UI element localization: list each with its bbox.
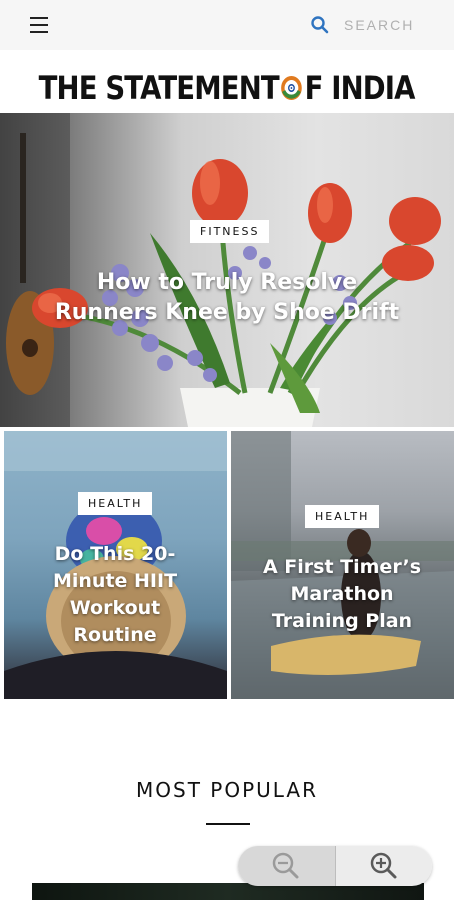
section-title-most-popular: MOST POPULAR [136,778,318,802]
article-category-tag[interactable]: HEALTH [78,492,153,515]
zoom-in-button[interactable] [334,846,432,886]
logo-text: THE STATEMENT F INDIA [38,69,416,107]
featured-article[interactable]: FITNESS How to Truly Resolve Runners Kne… [0,113,454,427]
article-card[interactable]: HEALTH Do This 20-Minute HIIT Workout Ro… [4,431,227,699]
search-bar[interactable] [310,12,434,38]
search-icon[interactable] [310,15,330,35]
article-headline[interactable]: Do This 20-Minute HIIT Workout Routine [40,541,190,649]
article-category-tag[interactable]: FITNESS [190,220,270,243]
logo-title-part1: THE STATEMENT [38,69,280,107]
india-emblem-icon [281,76,303,100]
hamburger-menu-icon[interactable] [30,16,50,34]
article-headline[interactable]: A First Timer’s Marathon Training Plan [261,554,423,635]
article-card[interactable]: HEALTH A First Timer’s Marathon Training… [231,431,454,699]
zoom-out-icon [273,852,299,879]
article-headline[interactable]: How to Truly Resolve Runners Knee by Sho… [50,268,404,328]
top-bar [0,0,454,50]
logo-title-part2: F INDIA [304,69,416,107]
article-category-tag[interactable]: HEALTH [305,505,380,528]
site-logo[interactable]: THE STATEMENT F INDIA [0,60,454,116]
zoom-out-button[interactable] [238,846,335,886]
search-input[interactable] [342,16,434,34]
zoom-in-icon [370,852,397,879]
zoom-control [238,846,432,886]
section-divider [206,823,250,825]
